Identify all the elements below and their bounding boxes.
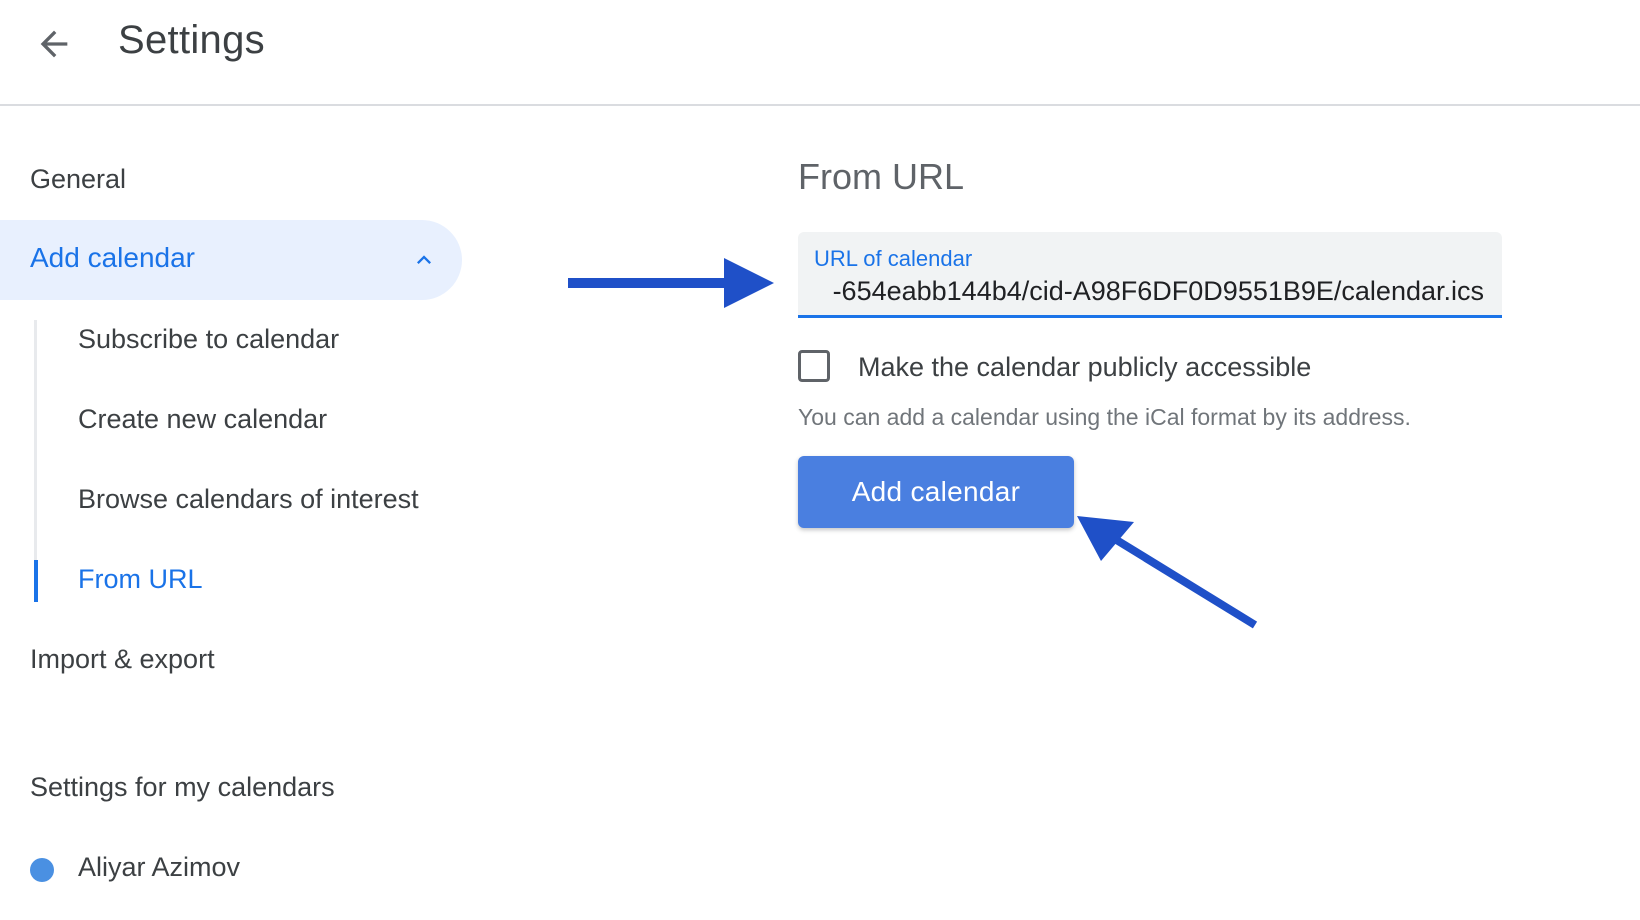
- header: Settings: [0, 0, 1640, 106]
- sidebar-item-browse[interactable]: Browse calendars of interest: [78, 484, 419, 515]
- sidebar-item-label: Add calendar: [30, 242, 196, 273]
- chevron-up-icon: [417, 255, 431, 264]
- add-calendar-button[interactable]: Add calendar: [798, 456, 1074, 528]
- calendar-name: Aliyar Azimov: [78, 852, 241, 882]
- submenu-rail: [34, 320, 37, 600]
- submenu-active-indicator: [34, 560, 38, 602]
- back-button[interactable]: [26, 16, 82, 72]
- page-title: Settings: [118, 18, 265, 62]
- helper-text: You can add a calendar using the iCal fo…: [798, 404, 1411, 430]
- sidebar-item-subscribe[interactable]: Subscribe to calendar: [78, 324, 339, 355]
- url-input[interactable]: URL of calendar -654eabb144b4/cid-A98F6D…: [798, 232, 1502, 318]
- my-calendars-heading: Settings for my calendars: [30, 772, 335, 802]
- section-title: From URL: [798, 156, 965, 197]
- sidebar-item-general[interactable]: General: [30, 164, 126, 195]
- sidebar-item-import-export[interactable]: Import & export: [30, 644, 215, 675]
- sidebar-item-add-calendar[interactable]: Add calendar: [0, 220, 462, 300]
- sidebar-item-create-new[interactable]: Create new calendar: [78, 404, 327, 435]
- calendar-color-dot: [30, 858, 54, 882]
- annotation-arrow-right: [568, 258, 774, 308]
- public-access-checkbox[interactable]: [798, 350, 830, 382]
- settings-page: Settings General Add calendar Subscribe …: [0, 0, 1640, 920]
- arrow-back-icon: [40, 30, 68, 58]
- url-input-value[interactable]: -654eabb144b4/cid-A98F6DF0D9551B9E/calen…: [833, 276, 1484, 307]
- public-access-label[interactable]: Make the calendar publicly accessible: [858, 352, 1311, 383]
- sidebar-item-from-url[interactable]: From URL: [78, 564, 203, 595]
- url-input-label: URL of calendar: [814, 246, 973, 271]
- annotation-arrow-diagonal: [1077, 516, 1258, 629]
